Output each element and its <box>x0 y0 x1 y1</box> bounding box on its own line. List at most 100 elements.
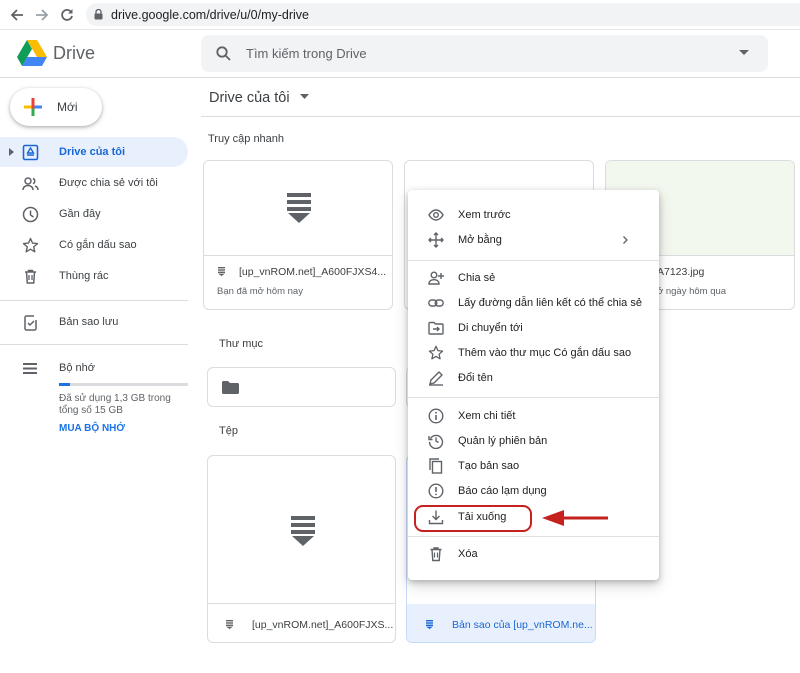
reload-icon <box>61 9 73 21</box>
file-name: [up_vnROM.net]_A600FJXS4... <box>239 266 387 278</box>
menu-item-share[interactable]: Chia sẻ <box>408 266 659 290</box>
sidebar-item-label: Drive của tôi <box>59 146 126 158</box>
archive-file-icon <box>287 193 311 223</box>
folder-move-icon <box>428 320 444 336</box>
archive-file-icon <box>226 620 233 629</box>
red-arrow-icon <box>540 509 610 527</box>
trash-icon <box>22 268 39 285</box>
menu-item-view-details[interactable]: Xem chi tiết <box>408 404 659 428</box>
sidebar-item-label: Được chia sẻ với tôi <box>59 177 158 189</box>
archive-file-icon <box>291 516 315 546</box>
sidebar-item-storage[interactable]: Bộ nhớ <box>0 353 188 383</box>
folder-card[interactable] <box>207 367 396 407</box>
file-activity: ở ngày hôm qua <box>657 286 727 297</box>
backup-icon <box>22 314 39 331</box>
sidebar-item-starred[interactable]: Có gắn dấu sao <box>0 230 188 260</box>
menu-item-report-abuse[interactable]: Báo cáo lạm dụng <box>408 479 659 503</box>
expand-arrow-icon[interactable] <box>9 148 14 156</box>
folder-icon <box>222 381 239 394</box>
report-icon <box>428 483 444 499</box>
file-name: A7123.jpg <box>657 266 705 278</box>
file-name: [up_vnROM.net]_A600FJXS... <box>252 619 394 631</box>
menu-divider <box>408 260 659 261</box>
copy-icon <box>428 458 444 474</box>
menu-item-label: Xem chi tiết <box>458 410 516 422</box>
sidebar-item-backups[interactable]: Bản sao lưu <box>0 307 188 337</box>
buy-storage-link[interactable]: MUA BỘ NHỚ <box>59 423 125 434</box>
info-icon <box>428 408 444 424</box>
main-divider <box>201 116 800 117</box>
storage-bar-fill <box>59 383 71 386</box>
menu-item-open-with[interactable]: Mở bằng <box>408 228 659 252</box>
menu-item-get-link[interactable]: Lấy đường dẫn liên kết có thể chia sẻ <box>408 291 659 315</box>
menu-item-add-to-starred[interactable]: Thêm vào thư mục Có gắn dấu sao <box>408 341 659 365</box>
sidebar-item-recent[interactable]: Gần đây <box>0 199 188 229</box>
trash-icon <box>428 546 444 562</box>
quick-access-heading: Truy cập nhanh <box>208 133 285 145</box>
address-bar[interactable]: drive.google.com/drive/u/0/my-drive <box>86 3 800 26</box>
menu-item-label: Báo cáo lạm dụng <box>458 485 547 497</box>
search-bar[interactable]: Tìm kiếm trong Drive <box>201 35 768 72</box>
forward-button[interactable] <box>33 6 51 24</box>
link-icon <box>428 295 444 311</box>
move-arrows-icon <box>428 232 444 248</box>
menu-item-label: Quản lý phiên bản <box>458 435 548 447</box>
sidebar-item-label: Có gắn dấu sao <box>59 239 137 251</box>
file-activity: Bạn đã mở hôm nay <box>217 286 303 297</box>
menu-item-move-to[interactable]: Di chuyển tới <box>408 316 659 340</box>
pencil-icon <box>428 370 444 386</box>
menu-divider <box>408 536 659 537</box>
back-button[interactable] <box>8 6 26 24</box>
search-options-dropdown-icon[interactable] <box>739 50 749 56</box>
my-drive-icon <box>22 144 39 161</box>
forward-arrow-icon <box>36 9 49 21</box>
menu-item-make-copy[interactable]: Tạo bản sao <box>408 454 659 478</box>
menu-item-rename[interactable]: Đổi tên <box>408 366 659 390</box>
sidebar-item-label: Thùng rác <box>59 270 109 282</box>
file-thumbnail <box>208 456 395 604</box>
drive-logo-icon[interactable] <box>17 40 47 66</box>
menu-item-label: Tạo bản sao <box>458 460 520 472</box>
reload-button[interactable] <box>58 6 76 24</box>
breadcrumb-title: Drive của tôi <box>209 90 290 106</box>
menu-item-label: Lấy đường dẫn liên kết có thể chia sẻ <box>458 297 642 309</box>
menu-item-label: Thêm vào thư mục Có gắn dấu sao <box>458 347 632 359</box>
storage-icon <box>22 360 39 377</box>
files-heading: Tệp <box>219 425 238 437</box>
menu-item-label: Mở bằng <box>458 234 502 246</box>
file-card[interactable]: [up_vnROM.net]_A600FJXS... <box>207 455 396 643</box>
plus-icon <box>24 98 42 116</box>
star-icon <box>22 237 39 254</box>
sidebar-item-label: Bản sao lưu <box>59 316 119 328</box>
archive-file-icon <box>426 620 433 629</box>
sidebar-item-my-drive[interactable]: Drive của tôi <box>0 137 188 167</box>
clock-icon <box>22 206 39 223</box>
sidebar-divider <box>0 344 188 345</box>
back-arrow-icon <box>10 9 23 21</box>
new-button[interactable]: Mới <box>10 88 102 126</box>
file-name: Bản sao của [up_vnROM.ne... <box>452 619 593 631</box>
people-icon <box>22 175 39 192</box>
search-icon[interactable] <box>216 46 231 61</box>
menu-item-remove[interactable]: Xóa <box>408 542 659 566</box>
sidebar-item-shared[interactable]: Được chia sẻ với tôi <box>0 168 188 198</box>
sidebar-item-trash[interactable]: Thùng rác <box>0 261 188 291</box>
storage-bar <box>59 383 188 386</box>
browser-toolbar: drive.google.com/drive/u/0/my-drive <box>0 0 800 30</box>
lock-icon <box>94 9 103 20</box>
archive-file-icon <box>218 267 225 276</box>
sidebar-divider <box>0 300 188 301</box>
eye-icon <box>428 207 444 223</box>
app-name: Drive <box>53 43 96 63</box>
url-text: drive.google.com/drive/u/0/my-drive <box>111 7 309 22</box>
chevron-right-icon <box>623 236 628 244</box>
breadcrumb[interactable]: Drive của tôi <box>209 90 309 106</box>
menu-item-manage-versions[interactable]: Quản lý phiên bản <box>408 429 659 453</box>
menu-item-preview[interactable]: Xem trước <box>408 203 659 227</box>
quick-access-card[interactable]: [up_vnROM.net]_A600FJXS4... Bạn đã mở hô… <box>203 160 393 310</box>
menu-divider <box>408 397 659 398</box>
app-header: Drive Tìm kiếm trong Drive <box>0 30 800 78</box>
search-input[interactable]: Tìm kiếm trong Drive <box>246 46 367 61</box>
sidebar-item-label: Bộ nhớ <box>59 362 95 374</box>
menu-item-label: Chia sẻ <box>458 272 496 284</box>
